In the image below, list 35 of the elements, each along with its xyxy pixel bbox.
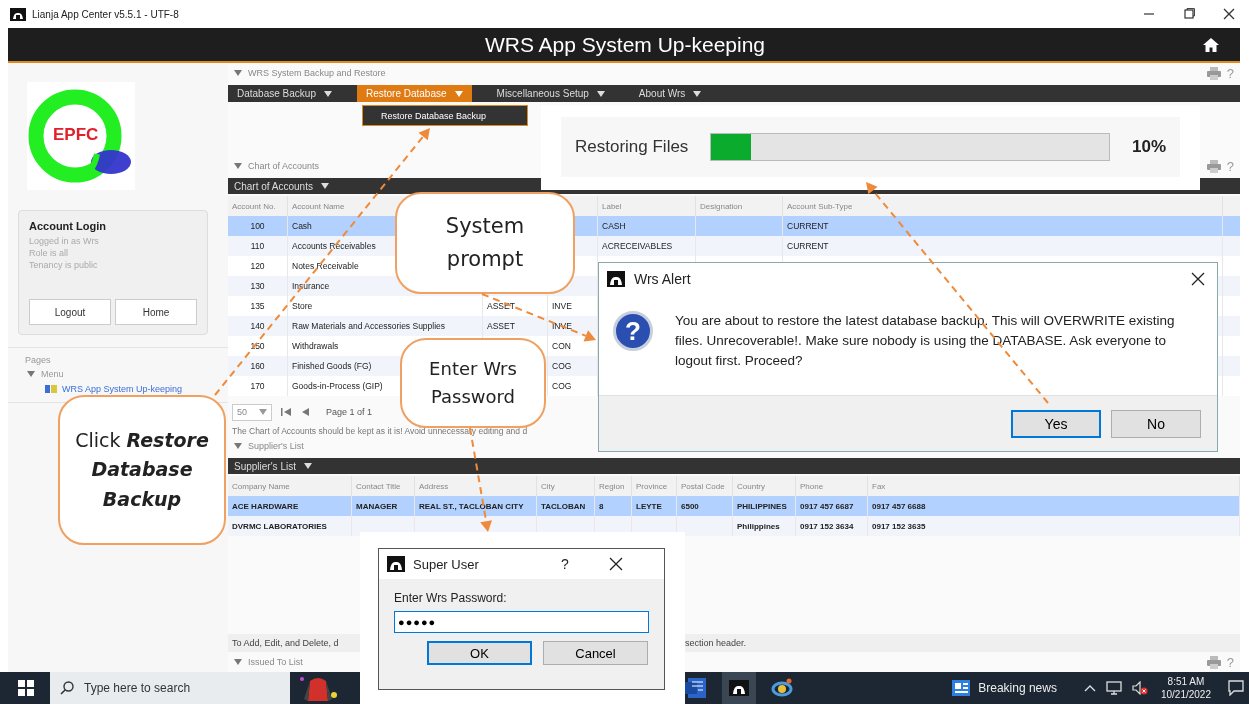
table-cell: ACRECEIVABLES [598, 236, 696, 256]
pages-label: Pages [25, 355, 52, 365]
table-cell: Philippines [733, 516, 796, 536]
logo-text: EPFC [53, 125, 99, 145]
table-cell: 130 [228, 276, 288, 296]
table-cell: 0917 152 3635 [868, 516, 1240, 536]
table-cell: 110 [228, 236, 288, 256]
dialog-title: Wrs Alert [634, 271, 691, 287]
callout-text: Click Restore Database Backup [74, 427, 210, 512]
table-cell: 0917 152 3634 [796, 516, 868, 536]
progress-label: Restoring Files [575, 137, 689, 157]
alert-message: You are about to restore the latest database backup. This will OVERWRITE existing files. Unrecoverable!. Make sure nobody is using the DATABASE. Ask everyone to logout first. Proceed? [675, 312, 1176, 370]
table-cell: DVRMC LABORATORIES [228, 516, 352, 536]
field-label: Enter Wrs Password: [394, 591, 508, 605]
table-cell: Raw Materials and Accessories Supplies [288, 316, 483, 336]
table-cell: 140 [228, 316, 288, 336]
question-icon: ? [613, 311, 653, 351]
table-cell: 170 [228, 376, 288, 396]
menu-label: Menu [41, 369, 64, 379]
login-title: Account Login [29, 220, 107, 232]
table-cell: 160 [228, 356, 288, 376]
section-title: Issued To List [248, 657, 303, 667]
dialog-title: Super User [413, 556, 480, 572]
progress-reading: 10% [1131, 137, 1166, 157]
table-cell: CURRENT [783, 236, 1223, 256]
footer-note: To Add, Edit, and Delete, d [231, 638, 340, 648]
section-title: Chart of Accounts [248, 161, 320, 171]
section-title: Supplier's List [248, 441, 304, 451]
table-cell: ASSET [483, 316, 548, 336]
window-title: Lianja App Center v5.5.1 - UTF-8 [32, 8, 180, 20]
login-info: Logged in as Wrs [29, 235, 100, 247]
section-title: WRS System Backup and Restore [248, 68, 386, 78]
footer-note: section header. [685, 638, 747, 648]
page-label: Page 1 of 1 [326, 407, 373, 417]
app-title: WRS App System Up-keeping [483, 32, 767, 57]
